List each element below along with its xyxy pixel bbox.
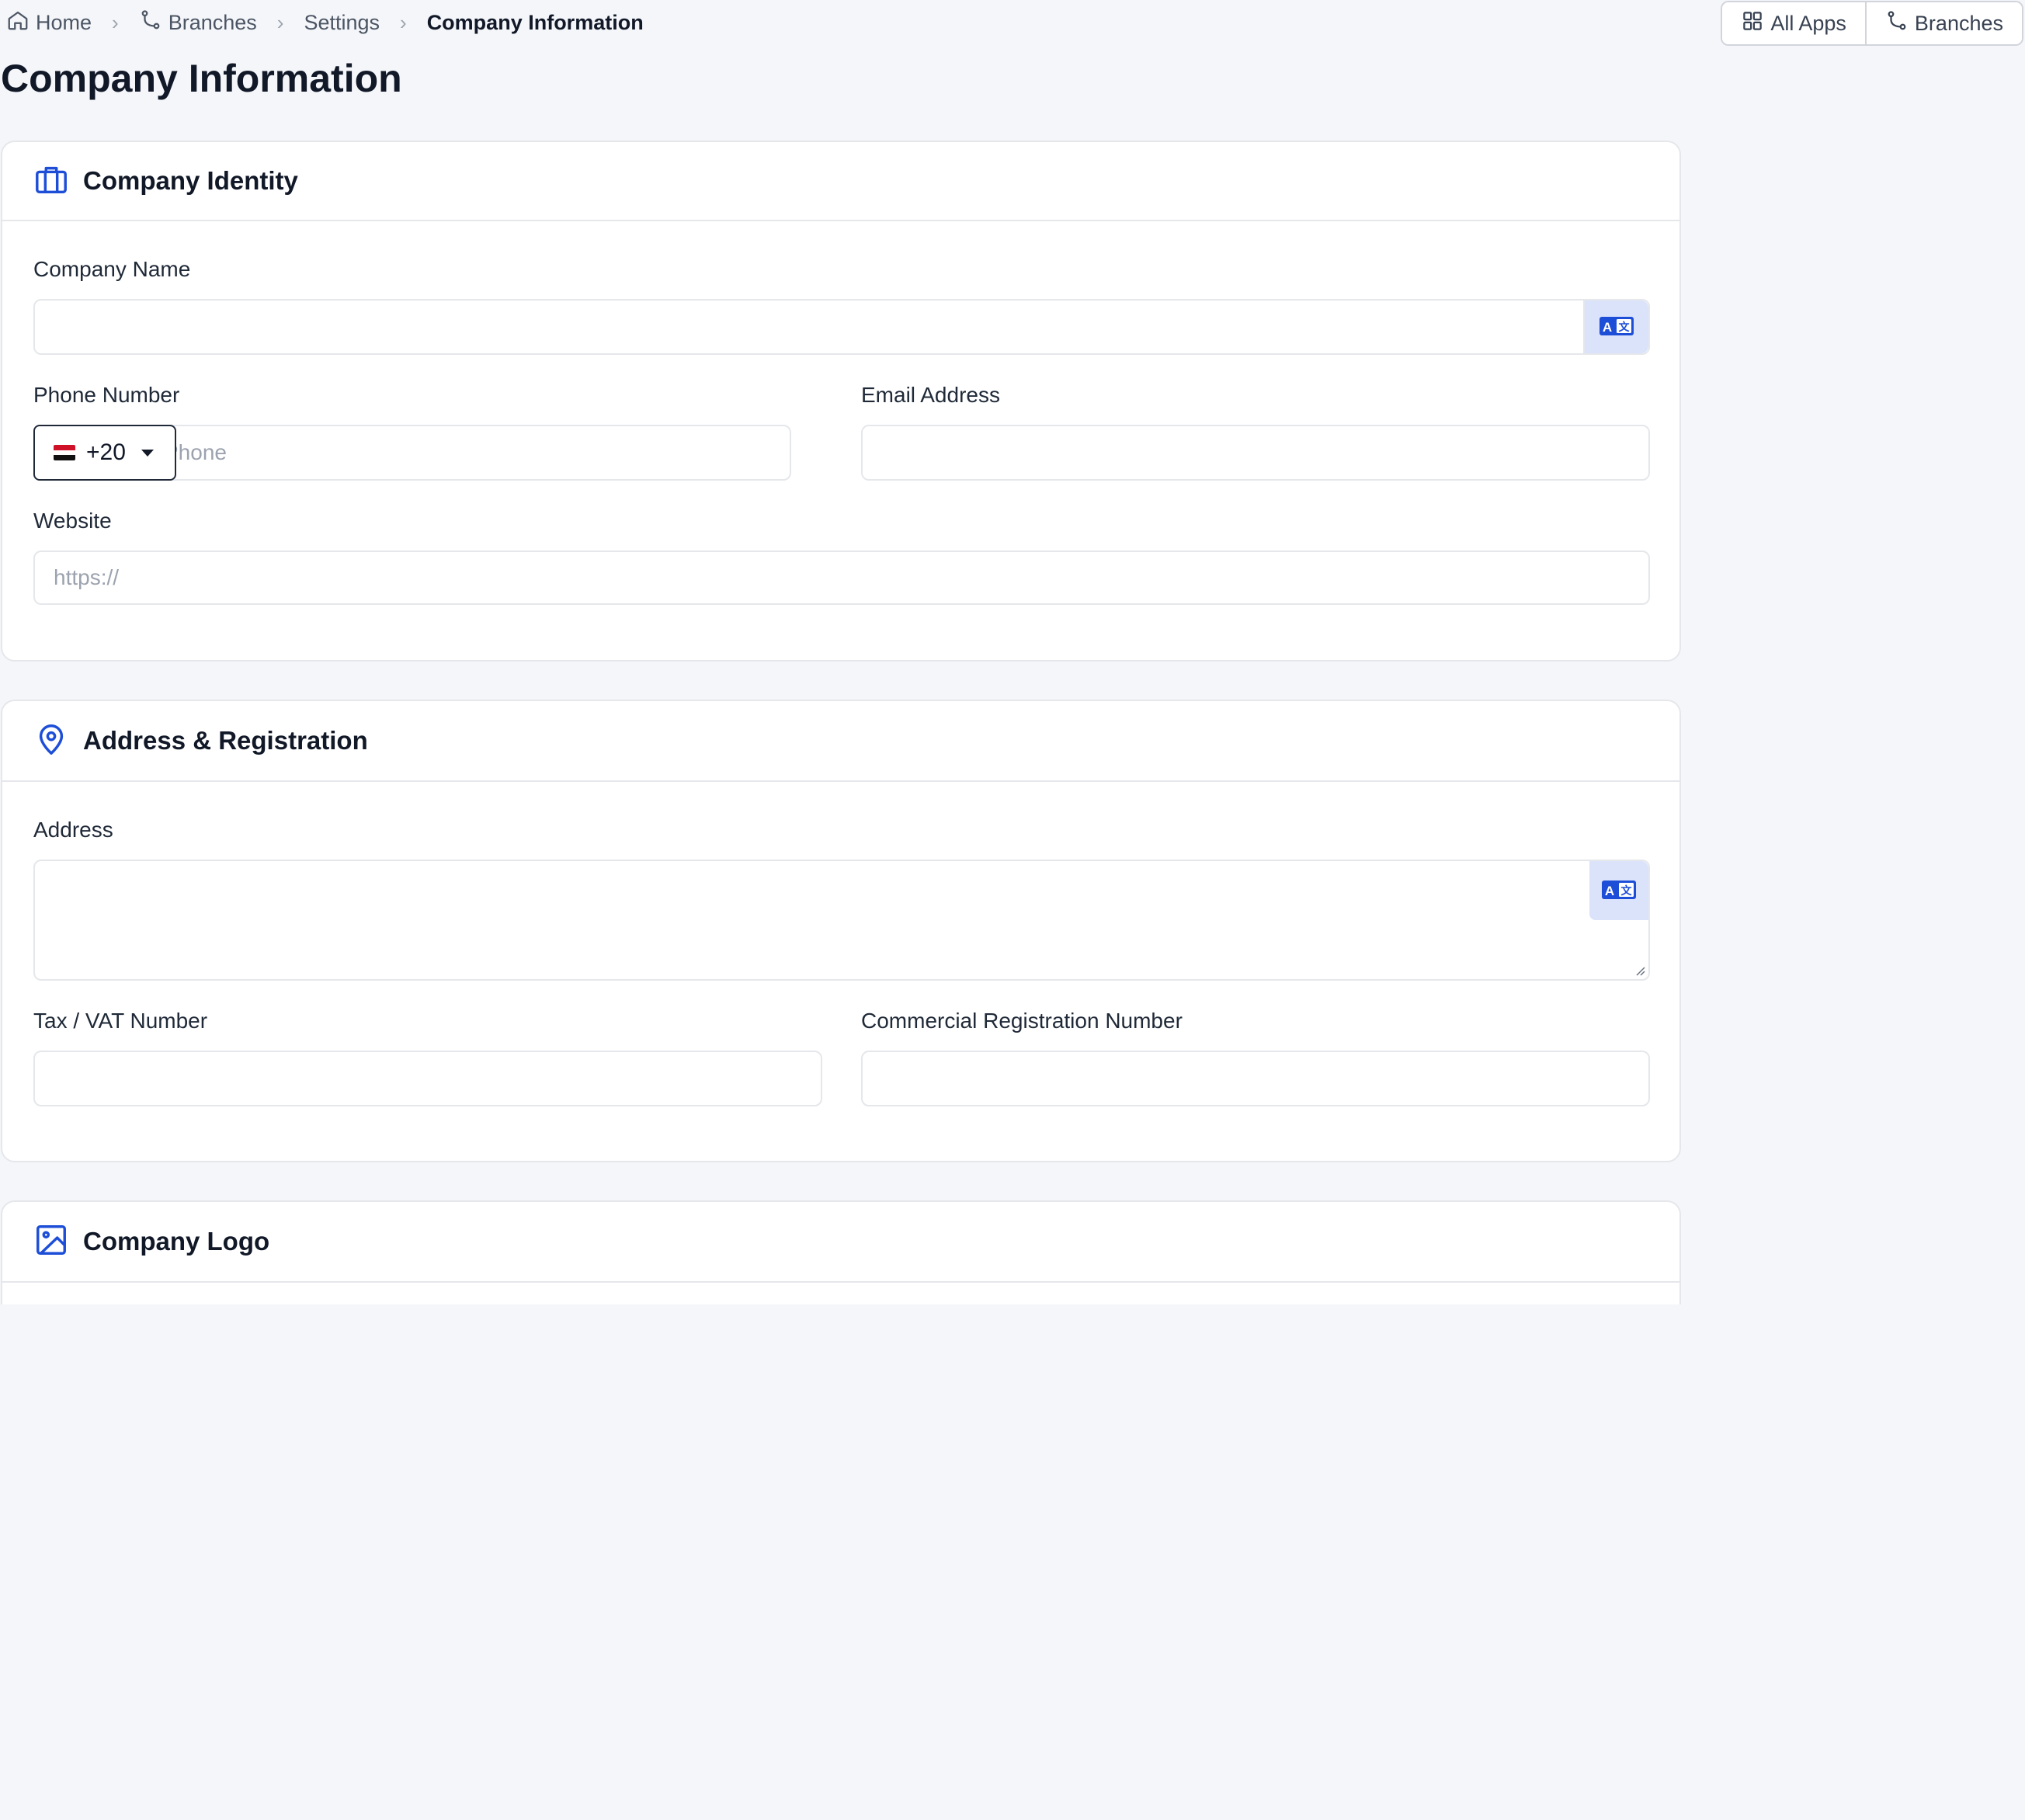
phone-input[interactable]: Phone [144,425,791,481]
image-icon [33,1222,69,1262]
company-identity-card: Company Identity Company Name A文 Phone N… [1,141,1681,662]
breadcrumb-home-label: Home [36,10,92,34]
translate-icon: A文 [1601,878,1637,904]
website-input[interactable]: https:// [33,551,1650,605]
breadcrumb-branches[interactable]: Branches [139,9,257,37]
country-code-select[interactable]: +20 [33,425,176,481]
branch-icon [139,9,162,37]
address-registration-card: Address & Registration Address A文 Tax / … [1,700,1681,1162]
breadcrumb-separator: › [400,10,407,34]
breadcrumb-separator: › [276,10,284,34]
commercial-registration-input[interactable] [861,1051,1650,1106]
flag-egypt-icon [54,445,75,460]
commercial-registration-label: Commercial Registration Number [861,1009,1183,1033]
breadcrumb-current: Company Information [426,10,644,34]
company-logo-card: Company Logo [1,1200,1681,1304]
all-apps-label: All Apps [1770,11,1846,35]
company-name-label: Company Name [33,257,191,281]
svg-text:A: A [1603,320,1612,335]
breadcrumb-home[interactable]: Home [6,9,92,37]
breadcrumb-branches-label: Branches [168,10,257,34]
page-title: Company Information [1,57,402,100]
card-header: Address & Registration [2,701,1679,782]
card-header: Company Logo [2,1202,1679,1283]
card-title: Company Logo [83,1227,270,1256]
svg-text:文: 文 [1619,321,1631,333]
chevron-down-icon [141,449,154,457]
company-name-input[interactable] [33,299,1650,355]
svg-text:A: A [1605,884,1614,898]
translate-icon: A文 [1599,314,1634,340]
map-pin-icon [33,721,69,761]
card-header: Company Identity [2,142,1679,221]
resize-handle-icon[interactable] [1633,964,1645,976]
email-address-label: Email Address [861,383,1000,407]
breadcrumb-settings-label: Settings [304,10,380,34]
home-icon [6,9,30,37]
email-input[interactable] [861,425,1650,481]
grid-icon [1741,9,1764,38]
address-translate-button[interactable]: A文 [1589,861,1648,920]
all-apps-button[interactable]: All Apps [1722,2,1865,44]
website-label: Website [33,509,112,533]
address-textarea[interactable] [33,860,1650,981]
breadcrumb-separator: › [112,10,119,34]
company-name-translate-button[interactable]: A文 [1583,300,1648,353]
card-title: Address & Registration [83,726,368,755]
address-label: Address [33,818,113,842]
tax-vat-label: Tax / VAT Number [33,1009,208,1033]
branches-label: Branches [1914,11,2003,35]
phone-number-label: Phone Number [33,383,180,407]
branch-icon [1885,9,1909,38]
branches-button[interactable]: Branches [1864,2,2022,44]
briefcase-icon [33,162,69,201]
breadcrumb-settings[interactable]: Settings [304,11,380,35]
tax-vat-input[interactable] [33,1051,822,1106]
country-code-value: +20 [86,439,126,465]
top-actions: All Apps Branches [1721,1,2023,46]
card-title: Company Identity [83,166,298,195]
breadcrumb: Home › Branches › Settings › Company Inf… [6,8,644,37]
top-bar: Home › Branches › Settings › Company Inf… [0,0,2025,47]
svg-text:文: 文 [1621,884,1633,897]
